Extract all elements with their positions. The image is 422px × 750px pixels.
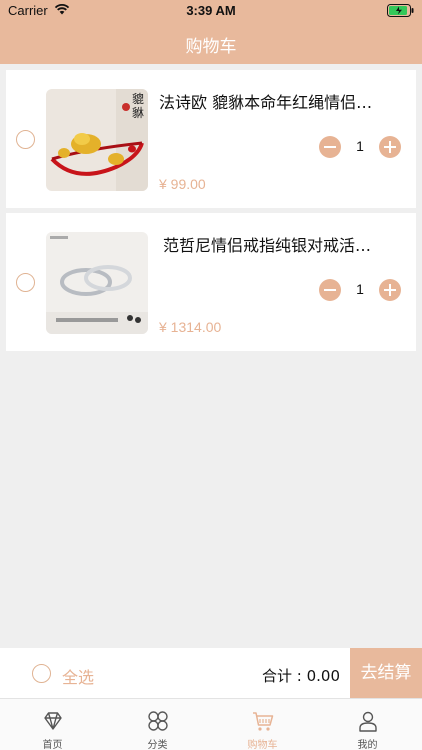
cart-icon: [253, 712, 274, 731]
item-price: ¥ 1314.00: [159, 319, 222, 335]
item-title[interactable]: 法诗欧 貔貅本命年红绳情侣…: [159, 89, 399, 113]
svg-text:貅: 貅: [132, 106, 144, 120]
rings-image: [46, 232, 148, 334]
battery-icon: [387, 4, 414, 17]
bracelet-image: 貔 貅: [46, 89, 148, 191]
tab-label: 分类: [147, 740, 168, 750]
decrease-button[interactable]: [319, 279, 341, 301]
person-icon: [359, 711, 377, 732]
cart-item[interactable]: 范哲尼情侣戒指纯银对戒活… 1 ¥ 1314.00: [6, 213, 416, 351]
item-checkbox[interactable]: [16, 273, 35, 292]
tab-label: 购物车: [247, 740, 278, 750]
increase-button[interactable]: [379, 136, 401, 158]
tab-label: 首页: [42, 740, 63, 750]
item-checkbox[interactable]: [16, 130, 35, 149]
status-bar: Carrier 3:39 AM: [0, 0, 422, 22]
decrease-button[interactable]: [319, 136, 341, 158]
product-image[interactable]: 貔 貅: [46, 89, 148, 191]
quantity-stepper: 1: [319, 279, 401, 301]
tab-home[interactable]: 首页: [0, 699, 105, 750]
header: Carrier 3:39 AM 购物车: [0, 0, 422, 64]
quantity-value: 1: [356, 281, 364, 297]
quantity-value: 1: [356, 138, 364, 154]
clock: 3:39 AM: [186, 3, 236, 18]
increase-button[interactable]: [379, 279, 401, 301]
diamond-icon: [44, 712, 62, 730]
select-all-checkbox[interactable]: [32, 664, 51, 683]
tab-bar: 首页 分类 购物车 我的: [0, 698, 422, 750]
item-price: ¥ 99.00: [159, 176, 206, 192]
checkout-button[interactable]: 去结算: [350, 648, 422, 698]
checkout-bar: 全选 合计 : 0.00 去结算: [0, 648, 422, 698]
svg-text:貔: 貔: [132, 92, 144, 106]
tab-category[interactable]: 分类: [105, 699, 210, 750]
tab-cart[interactable]: 购物车: [210, 699, 315, 750]
tab-profile[interactable]: 我的: [315, 699, 420, 750]
page-title: 购物车: [185, 37, 237, 57]
item-title[interactable]: 范哲尼情侣戒指纯银对戒活…: [163, 232, 403, 256]
quantity-stepper: 1: [319, 136, 401, 158]
product-image[interactable]: [46, 232, 148, 334]
total-amount: 合计 : 0.00: [262, 667, 340, 685]
tab-label: 我的: [357, 740, 378, 750]
grid-icon: [148, 711, 168, 731]
select-all-label[interactable]: 全选: [62, 664, 94, 688]
cart-item[interactable]: 貔 貅 法诗欧 貔貅本命年红绳情侣… 1 ¥ 99.00: [6, 70, 416, 208]
